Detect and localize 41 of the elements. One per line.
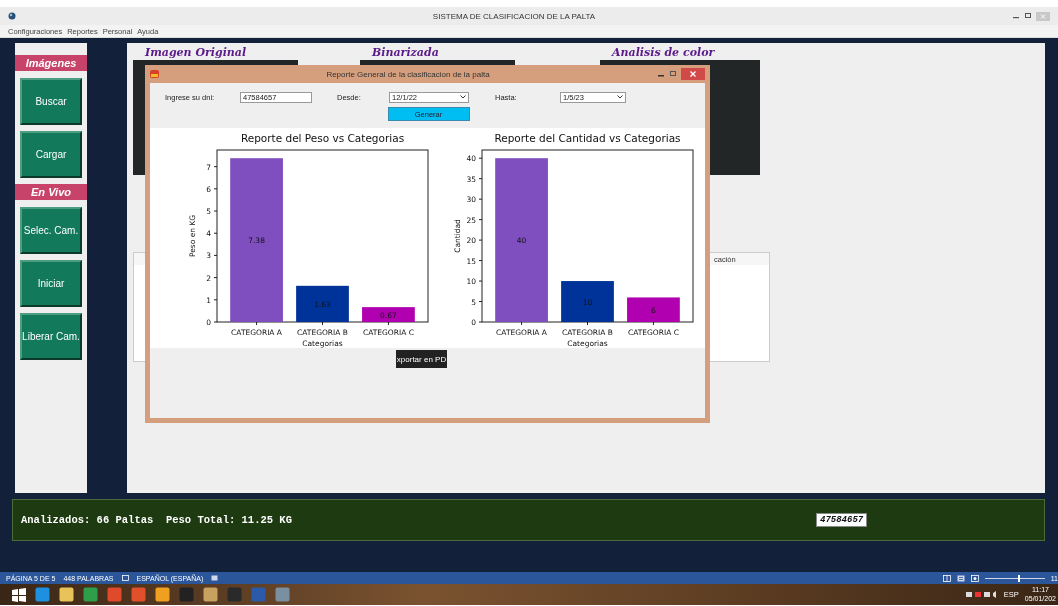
bar (361, 307, 415, 322)
dni-label: 47584657 (816, 513, 868, 527)
close-icon[interactable] (681, 68, 705, 80)
app-icon (8, 12, 16, 20)
sidebar-button[interactable]: Liberar Cam. (20, 313, 82, 360)
maximize-icon[interactable] (1024, 12, 1032, 20)
panel-title: Analisis de color (610, 46, 716, 60)
tray-icons-icon[interactable] (965, 591, 998, 598)
app-icon[interactable] (83, 587, 98, 602)
slider-thumb[interactable] (1017, 574, 1020, 582)
sidebar-button[interactable]: Cargar (20, 131, 82, 178)
app-icon[interactable] (35, 587, 50, 602)
sidebar-button[interactable]: Iniciar (20, 260, 82, 307)
chart-title: Reporte del Peso vs Categorias (240, 132, 404, 144)
print-layout-icon[interactable] (956, 574, 965, 582)
app-icon (150, 70, 159, 78)
bar (626, 297, 680, 322)
bar (560, 281, 614, 322)
app-icon[interactable] (203, 587, 218, 602)
app-icon[interactable] (131, 587, 146, 602)
panel-title: Binarizada (371, 46, 440, 60)
section-header: Imágenes (15, 55, 87, 71)
maximize-icon[interactable] (669, 70, 677, 78)
windows-logo-icon[interactable] (12, 587, 26, 602)
chevron-down-icon (617, 95, 623, 99)
section-header: En Vivo (15, 184, 87, 200)
summary-text: Analizados: 66 Paltas Peso Total: 11.25 KG (21, 514, 293, 526)
chevron-down-icon (460, 95, 466, 99)
export-button[interactable]: xportar en PD (395, 350, 448, 368)
web-layout-icon[interactable] (970, 574, 979, 582)
read-mode-icon[interactable] (942, 574, 951, 582)
app-icon[interactable] (59, 587, 74, 602)
dialog-title: Reporte General de la clasificacion de la palta (325, 69, 491, 79)
sidebar-button[interactable]: Buscar (20, 78, 82, 125)
panel-title: Imagen Original (144, 46, 248, 60)
app-icon[interactable] (107, 587, 122, 602)
chart-title: Reporte del Cantidad vs Categorias (493, 132, 681, 144)
sidebar-button[interactable]: Selec. Cam. (20, 207, 82, 254)
window-title: SISTEMA DE CLASIFICACION DE LA PALTA (431, 11, 597, 21)
bar (295, 285, 349, 322)
app-icon[interactable] (155, 587, 170, 602)
